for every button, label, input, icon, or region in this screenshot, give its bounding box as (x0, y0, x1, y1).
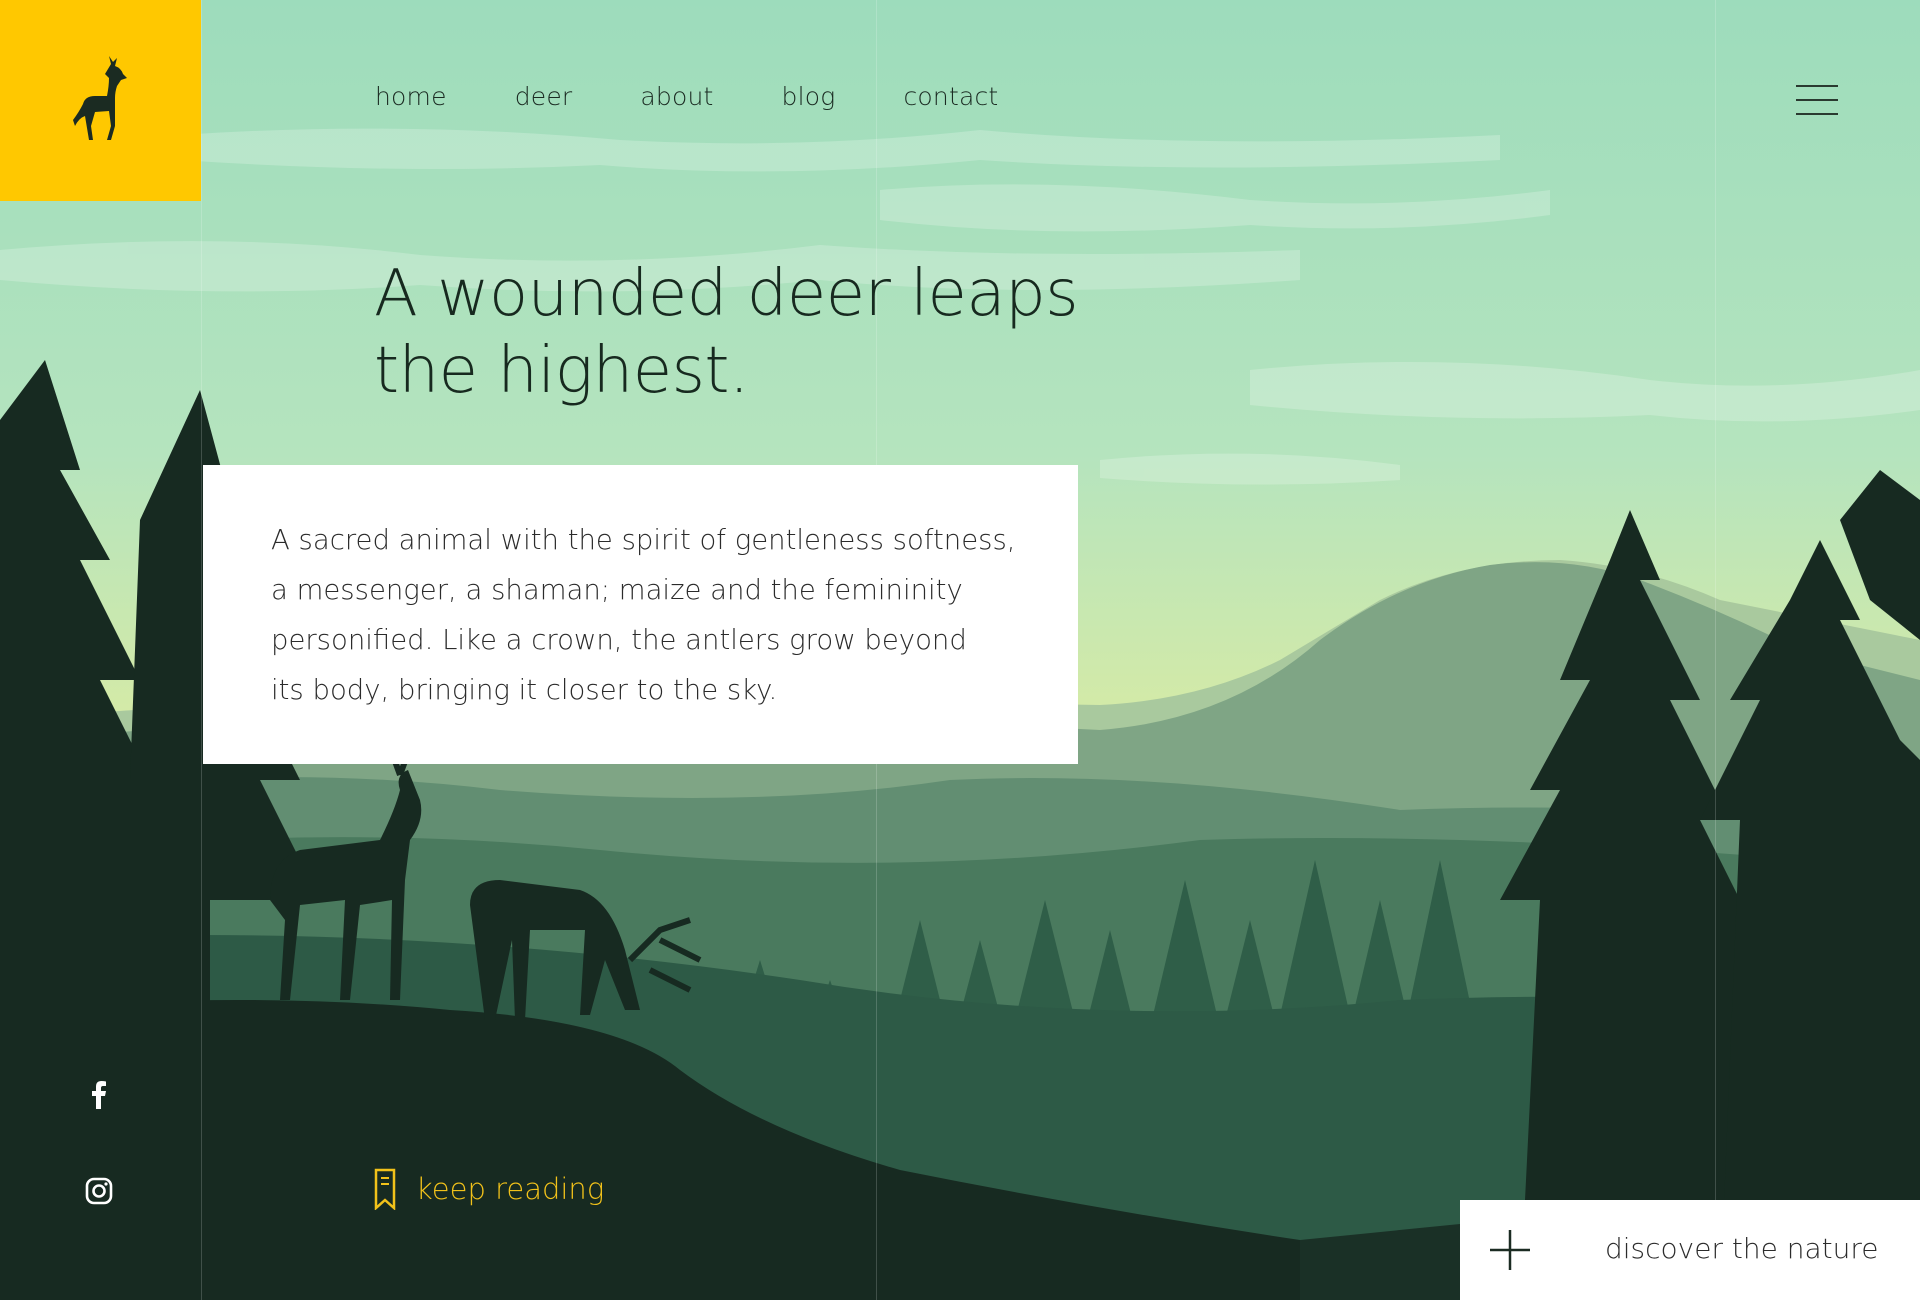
logo-button[interactable] (0, 0, 201, 201)
hero-headline: A wounded deer leaps the highest. (374, 256, 1094, 410)
instagram-link[interactable] (84, 1176, 114, 1206)
hamburger-menu-icon[interactable] (1796, 83, 1840, 119)
headline-line: the highest. (374, 334, 749, 408)
nav-about[interactable]: about (640, 82, 713, 111)
discover-label: discover the nature (1605, 1232, 1879, 1265)
nav-blog[interactable]: blog (782, 82, 836, 111)
deer-icon (72, 55, 127, 140)
intro-line: personified. Like a crown, the antlers g… (271, 624, 967, 656)
bookmark-icon (374, 1168, 396, 1210)
intro-line: a messenger, a shaman; maize and the fem… (271, 574, 963, 606)
intro-line: its body, bringing it closer to the sky. (271, 674, 778, 706)
keep-reading-label: keep reading (416, 1172, 605, 1206)
menu-bar (1796, 99, 1838, 101)
nav-home[interactable]: home (375, 82, 447, 111)
grid-line (1715, 0, 1716, 1300)
main-nav: home deer about blog contact (375, 82, 1066, 111)
facebook-link[interactable] (84, 1080, 114, 1110)
keep-reading-link[interactable]: keep reading (374, 1168, 604, 1210)
intro-line: A sacred animal with the spirit of gentl… (271, 524, 1016, 556)
grid-line (201, 0, 202, 1300)
menu-bar (1796, 85, 1838, 87)
nav-deer[interactable]: deer (515, 82, 573, 111)
discover-the-nature-button[interactable]: discover the nature (1460, 1200, 1920, 1300)
menu-bar (1796, 113, 1838, 115)
intro-card: A sacred animal with the spirit of gentl… (203, 465, 1078, 764)
instagram-icon (85, 1177, 113, 1205)
intro-text: A sacred animal with the spirit of gentl… (271, 515, 1031, 715)
nav-contact[interactable]: contact (903, 82, 998, 111)
plus-icon (1490, 1230, 1530, 1270)
facebook-icon (92, 1081, 106, 1109)
headline-line: A wounded deer leaps (374, 257, 1079, 331)
